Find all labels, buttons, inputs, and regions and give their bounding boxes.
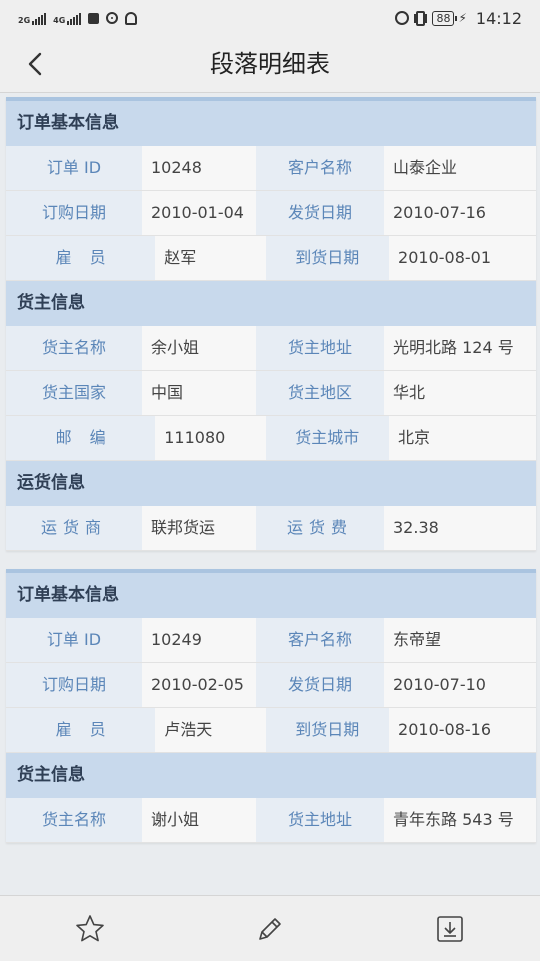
status-time: 14:12 (475, 8, 522, 28)
field-value-order-date: 2010-01-04 (142, 191, 256, 235)
field-label-employee: 雇员 (6, 708, 156, 752)
title-bar: 段落明细表 (0, 36, 540, 93)
notification-square-icon (88, 12, 100, 24)
section-header-order-info: 订单基本信息 (6, 573, 536, 618)
field-value-shipper-country: 中国 (142, 371, 256, 415)
sim1-network-label: 2G (18, 16, 31, 25)
field-label-employee: 雇员 (6, 236, 156, 280)
field-value-customer-name: 东帝望 (384, 618, 536, 662)
field-label-order-id: 订单 ID (6, 146, 142, 190)
sim2-network-label: 4G (53, 16, 66, 25)
download-button[interactable] (420, 899, 480, 959)
qq-icon (125, 11, 138, 25)
field-value-shipper-region: 华北 (384, 371, 536, 415)
field-label-shipper-region: 货主地区 (256, 371, 384, 415)
field-label-customer-name: 客户名称 (256, 618, 384, 662)
app-notification-icon (106, 12, 119, 24)
field-label-arrival-date: 到货日期 (265, 708, 390, 752)
field-label-order-id: 订单 ID (6, 618, 142, 662)
charging-icon: ⚡ (458, 11, 467, 25)
table-row: 货主国家 中国 货主地区 华北 (6, 371, 536, 416)
field-value-employee: 卢浩天 (155, 708, 266, 752)
field-value-ship-date: 2010-07-16 (384, 191, 536, 235)
field-label-shipper-name: 货主名称 (6, 326, 142, 370)
field-label-order-date: 订购日期 (6, 663, 142, 707)
bottom-toolbar (0, 895, 540, 961)
table-row: 货主名称 谢小姐 货主地址 青年东路 543 号 (6, 798, 536, 843)
pencil-icon (259, 917, 281, 940)
table-row: 货主名称 余小姐 货主地址 光明北路 124 号 (6, 326, 536, 371)
field-label-freight-fee: 运货费 (256, 506, 384, 550)
status-bar: 2G 4G 88 ⚡ 14:12 (0, 0, 540, 36)
field-value-arrival-date: 2010-08-01 (389, 236, 536, 280)
field-value-shipper-address: 光明北路 124 号 (384, 326, 536, 370)
field-label-customer-name: 客户名称 (256, 146, 384, 190)
field-value-arrival-date: 2010-08-16 (389, 708, 536, 752)
field-value-shipper-city: 北京 (389, 416, 536, 460)
table-row: 邮编 111080 货主城市 北京 (6, 416, 536, 461)
signal-icon-2 (67, 11, 82, 25)
field-label-ship-date: 发货日期 (256, 191, 384, 235)
field-label-shipper-city: 货主城市 (265, 416, 390, 460)
table-row: 订单 ID 10249 客户名称 东帝望 (6, 618, 536, 663)
table-row: 运货商 联邦货运 运货费 32.38 (6, 506, 536, 551)
field-value-freight-fee: 32.38 (384, 506, 536, 550)
section-header-freight-info: 运货信息 (6, 461, 536, 506)
field-value-postcode: 111080 (155, 416, 266, 460)
signal-icon (32, 11, 47, 25)
table-row: 订单 ID 10248 客户名称 山泰企业 (6, 146, 536, 191)
table-row: 雇员 赵军 到货日期 2010-08-01 (6, 236, 536, 281)
field-label-shipper-address: 货主地址 (256, 326, 384, 370)
field-value-order-id: 10249 (142, 618, 256, 662)
table-row: 订购日期 2010-02-05 发货日期 2010-07-10 (6, 663, 536, 708)
vibrate-icon (416, 10, 426, 26)
field-value-shipper-company: 联邦货运 (142, 506, 256, 550)
field-value-employee: 赵军 (155, 236, 266, 280)
section-header-order-info: 订单基本信息 (6, 101, 536, 146)
field-value-shipper-address: 青年东路 543 号 (384, 798, 536, 842)
field-label-shipper-name: 货主名称 (6, 798, 142, 842)
download-icon (437, 915, 463, 942)
record-card: 订单基本信息 订单 ID 10249 客户名称 东帝望 订购日期 2010-02… (6, 569, 536, 843)
battery-icon: 88 (432, 10, 458, 26)
edit-button[interactable] (240, 899, 300, 959)
favorite-button[interactable] (60, 899, 120, 959)
field-value-order-id: 10248 (142, 146, 256, 190)
alarm-icon (395, 11, 410, 25)
field-label-shipper-company: 运货商 (6, 506, 142, 550)
table-row: 订购日期 2010-01-04 发货日期 2010-07-16 (6, 191, 536, 236)
field-value-ship-date: 2010-07-10 (384, 663, 536, 707)
report-content[interactable]: 订单基本信息 订单 ID 10248 客户名称 山泰企业 订购日期 2010-0… (0, 93, 540, 895)
field-value-customer-name: 山泰企业 (384, 146, 536, 190)
field-value-shipper-name: 谢小姐 (142, 798, 256, 842)
field-value-shipper-name: 余小姐 (142, 326, 256, 370)
page-title: 段落明细表 (210, 50, 330, 78)
field-label-order-date: 订购日期 (6, 191, 142, 235)
status-right: 88 ⚡ 14:12 (395, 9, 522, 28)
field-value-order-date: 2010-02-05 (142, 663, 256, 707)
field-label-postcode: 邮编 (6, 416, 156, 460)
field-label-ship-date: 发货日期 (256, 663, 384, 707)
section-header-shipper-info: 货主信息 (6, 281, 536, 326)
field-label-arrival-date: 到货日期 (265, 236, 390, 280)
field-label-shipper-country: 货主国家 (6, 371, 142, 415)
record-card: 订单基本信息 订单 ID 10248 客户名称 山泰企业 订购日期 2010-0… (6, 97, 536, 551)
star-icon (76, 914, 104, 941)
section-header-shipper-info: 货主信息 (6, 753, 536, 798)
field-label-shipper-address: 货主地址 (256, 798, 384, 842)
table-row: 雇员 卢浩天 到货日期 2010-08-16 (6, 708, 536, 753)
status-left: 2G 4G (18, 11, 138, 25)
